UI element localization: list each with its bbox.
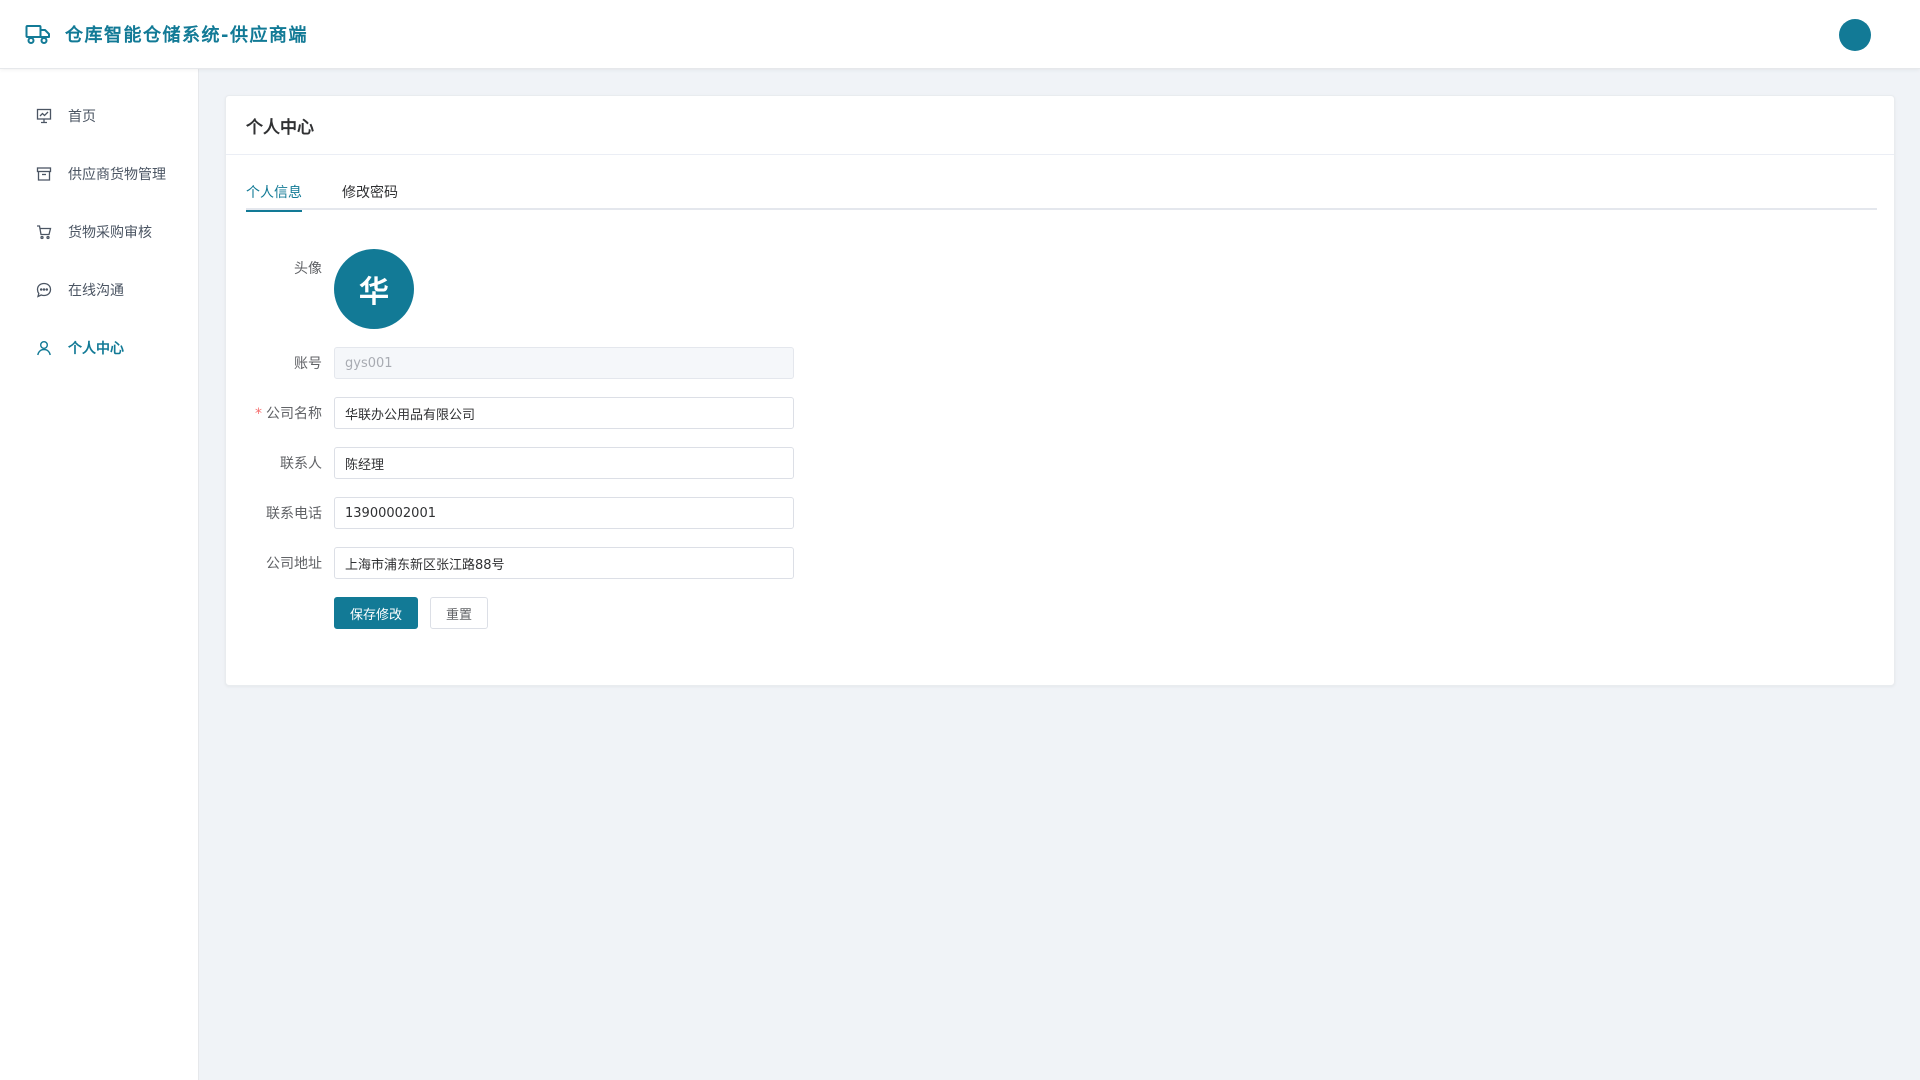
tab-bar: 个人信息 修改密码 — [246, 177, 1877, 212]
profile-card: 个人中心 个人信息 修改密码 头像 华 账号 *公司名称 联系人 联系电话 公司… — [225, 95, 1895, 686]
phone-row: 联系电话 — [226, 497, 794, 529]
account-row: 账号 — [226, 347, 794, 379]
truck-icon — [25, 23, 51, 45]
phone-field[interactable] — [334, 497, 794, 529]
required-mark: * — [255, 406, 262, 422]
page-title: 个人中心 — [246, 117, 314, 138]
top-header: 仓库智能仓储系统-供应商端 — [0, 0, 1920, 69]
tab-change-password[interactable]: 修改密码 — [342, 177, 398, 210]
address-label: 公司地址 — [266, 556, 322, 572]
sidebar-item-profile[interactable]: 个人中心 — [0, 319, 198, 377]
sidebar-item-chat[interactable]: 在线沟通 — [0, 261, 198, 319]
contact-label: 联系人 — [280, 456, 322, 472]
sidebar-item-label: 供应商货物管理 — [68, 167, 166, 183]
contact-person-field[interactable] — [334, 447, 794, 479]
tab-personal-info[interactable]: 个人信息 — [246, 177, 302, 212]
sidebar-item-label: 个人中心 — [68, 341, 124, 357]
app-title: 仓库智能仓储系统-供应商端 — [65, 25, 308, 46]
contact-row: 联系人 — [226, 447, 794, 479]
sidebar-item-label: 在线沟通 — [68, 283, 124, 299]
company-name-field[interactable] — [334, 397, 794, 429]
shopping-cart-icon — [36, 224, 52, 240]
profile-avatar[interactable]: 华 — [334, 249, 414, 329]
avatar-row: 头像 华 — [226, 249, 414, 329]
sidebar-item-home[interactable]: 首页 — [0, 87, 198, 145]
archive-box-icon — [36, 166, 52, 182]
address-field[interactable] — [334, 547, 794, 579]
sidebar-item-purchase[interactable]: 货物采购审核 — [0, 203, 198, 261]
company-row: * 公司名称 — [226, 397, 794, 429]
user-avatar[interactable] — [1839, 19, 1871, 51]
sidebar-item-goods[interactable]: 供应商货物管理 — [0, 145, 198, 203]
reset-button[interactable]: 重置 — [430, 597, 489, 629]
sidebar-item-label: 首页 — [68, 109, 96, 125]
account-field — [334, 347, 794, 379]
chat-bubble-icon — [36, 282, 52, 298]
save-button[interactable]: 保存修改 — [334, 597, 419, 629]
chart-board-icon — [36, 108, 52, 124]
avatar-label: 头像 — [294, 261, 322, 277]
card-header: 个人中心 — [226, 96, 1894, 155]
brand: 仓库智能仓储系统-供应商端 — [25, 21, 308, 47]
account-label: 账号 — [294, 356, 322, 372]
phone-label: 联系电话 — [266, 506, 322, 522]
address-row: 公司地址 — [226, 547, 794, 579]
sidebar: 首页 供应商货物管理 货物采购审核 在线沟通 个人中心 — [0, 69, 199, 1080]
company-label-text: 公司名称 — [266, 406, 322, 422]
actions-row: 保存修改 重置 — [226, 597, 489, 629]
company-label: * 公司名称 — [226, 403, 334, 423]
sidebar-item-label: 货物采购审核 — [68, 225, 152, 241]
user-icon — [36, 340, 52, 356]
